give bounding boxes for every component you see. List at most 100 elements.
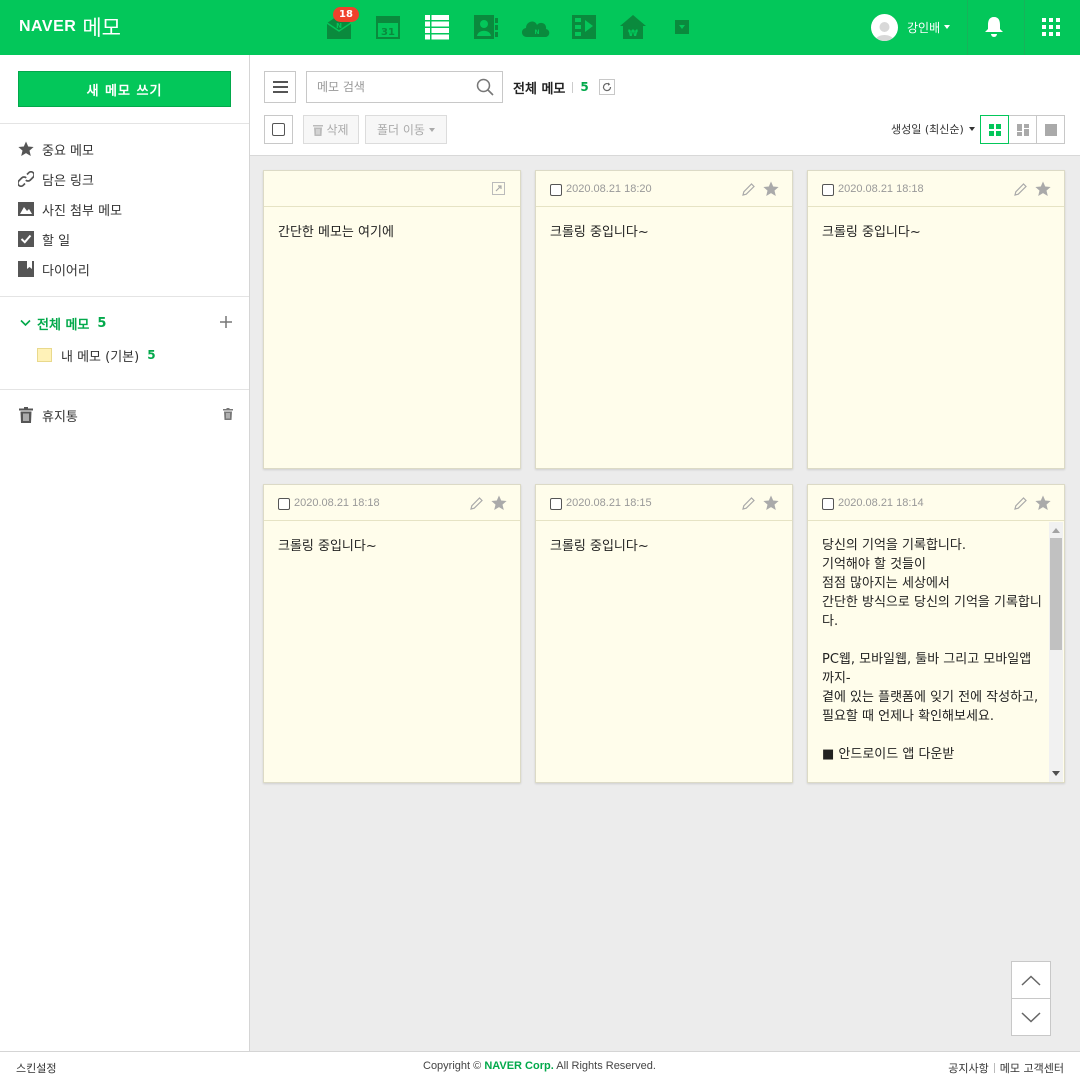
memo-body: 크롤링 중입니다~ — [550, 225, 649, 240]
folder-my-memo[interactable]: 내 메모 (기본) 5 — [37, 344, 156, 366]
sidebar-item-label: 휴지통 — [42, 409, 78, 425]
folder-menu-button[interactable] — [264, 71, 296, 103]
sidebar-item-label: 중요 메모 — [42, 143, 94, 159]
folder-label: 전체 메모 — [37, 317, 90, 333]
memo-date: 2020.08.21 18:14 — [838, 497, 924, 509]
card-header: 2020.08.21 18:14 — [808, 485, 1064, 521]
empty-trash-icon[interactable] — [223, 408, 233, 424]
notification-bell-icon[interactable] — [984, 16, 1004, 41]
contacts-app-button[interactable] — [461, 10, 510, 44]
memo-card[interactable]: 2020.08.21 18:15 크롤링 중입니다~ — [535, 484, 793, 783]
new-memo-button[interactable]: 새 메모 쓰기 — [18, 71, 231, 107]
photo-icon — [18, 201, 34, 217]
trash-icon — [18, 407, 34, 423]
search-icon[interactable] — [476, 78, 494, 100]
memo-app-button[interactable] — [412, 10, 461, 44]
sidebar-item-photo[interactable]: 사진 첨부 메모 — [18, 198, 122, 220]
folder-all-memos[interactable]: 전체 메모 5 — [20, 312, 106, 334]
memo-checkbox[interactable] — [822, 184, 834, 196]
card-header: 2020.08.21 18:18 — [264, 485, 520, 521]
edit-icon[interactable] — [741, 496, 756, 515]
refresh-icon[interactable] — [598, 79, 615, 95]
notice-link[interactable]: 공지사항 — [948, 1060, 988, 1076]
scroll-top-button[interactable] — [1011, 961, 1051, 999]
scroll-bottom-button[interactable] — [1011, 998, 1051, 1036]
star-icon[interactable] — [1035, 181, 1051, 201]
office-app-button[interactable] — [559, 10, 608, 44]
sidebar: 새 메모 쓰기 중요 메모 담은 링크 사진 첨부 메모 할 일 다이어리 전체… — [0, 55, 250, 1051]
star-icon[interactable] — [763, 181, 779, 201]
sidebar-item-todo[interactable]: 할 일 — [18, 228, 70, 250]
sidebar-item-label: 다이어리 — [42, 263, 90, 279]
sidebar-item-label: 사진 첨부 메모 — [42, 203, 123, 219]
sort-label: 생성일 (최신순) — [891, 123, 964, 136]
more-apps-button[interactable] — [657, 10, 706, 44]
support-center-link[interactable]: 메모 고객센터 — [1000, 1060, 1064, 1076]
memo-card[interactable]: 2020.08.21 18:18 크롤링 중입니다~ — [807, 170, 1065, 469]
chevron-up-icon — [1021, 974, 1041, 986]
memo-body: 크롤링 중입니다~ — [278, 539, 377, 554]
search-input[interactable] — [317, 78, 467, 96]
move-folder-label: 폴더 이동 — [377, 123, 425, 137]
breadcrumb: 전체 메모 5 — [513, 78, 615, 97]
card-header: 2020.08.21 18:20 — [536, 171, 792, 207]
memo-card[interactable]: 2020.08.21 18:18 크롤링 중입니다~ — [263, 484, 521, 783]
scroll-down-arrow-icon[interactable] — [1052, 771, 1060, 776]
scroll-up-arrow-icon[interactable] — [1052, 528, 1060, 533]
memo-checkbox[interactable] — [822, 498, 834, 510]
move-folder-button[interactable]: 폴더 이동 — [365, 115, 447, 144]
sidebar-item-label: 담은 링크 — [42, 173, 94, 189]
skin-settings-link[interactable]: 스킨설정 — [16, 1060, 56, 1076]
cloud-app-button[interactable]: N — [510, 10, 559, 44]
folder-count: 5 — [147, 348, 156, 362]
mail-app-button[interactable]: N 18 — [314, 7, 363, 44]
grid-view-button[interactable] — [980, 115, 1009, 144]
edit-icon[interactable] — [1013, 182, 1028, 201]
delete-button[interactable]: 삭제 — [303, 115, 359, 144]
sidebar-item-links[interactable]: 담은 링크 — [18, 168, 94, 190]
edit-icon[interactable] — [469, 496, 484, 515]
memo-service-title: 메모 — [82, 16, 121, 40]
sidebar-item-diary[interactable]: 다이어리 — [18, 258, 90, 280]
chevron-down-icon — [20, 319, 31, 327]
masonry-view-button[interactable] — [1008, 115, 1037, 144]
expand-icon[interactable] — [492, 182, 505, 199]
memo-count: 5 — [580, 80, 589, 94]
calendar-app-button[interactable]: 31 — [363, 10, 412, 44]
naver-logo-text: NAVER — [19, 18, 77, 35]
top-bar: NAVER 메모 N 18 31 N ₩ 강인배 — [0, 0, 1080, 55]
star-icon[interactable] — [763, 495, 779, 515]
memo-card[interactable]: 2020.08.21 18:20 크롤링 중입니다~ — [535, 170, 793, 469]
add-folder-icon[interactable] — [219, 315, 233, 329]
sidebar-item-trash[interactable]: 휴지통 — [18, 404, 78, 426]
edit-icon[interactable] — [1013, 496, 1028, 515]
memo-checkbox[interactable] — [278, 498, 290, 510]
memo-checkbox[interactable] — [550, 184, 562, 196]
sort-dropdown[interactable]: 생성일 (최신순) — [891, 121, 975, 137]
memo-body: 당신의 기억을 기록합니다. 기억해야 할 것들이 점점 많아지는 세상에서 간… — [822, 538, 1042, 762]
folder-count: 5 — [97, 315, 107, 331]
view-mode-switcher — [980, 115, 1065, 144]
memo-list-icon — [424, 15, 449, 40]
memo-card[interactable]: 2020.08.21 18:14 당신의 기억을 기록합니다. 기억해야 할 것… — [807, 484, 1065, 783]
quick-memo-card[interactable]: 간단한 메모는 여기에 — [263, 170, 521, 469]
select-all-checkbox[interactable] — [264, 115, 293, 144]
user-menu[interactable]: 강인배 — [871, 13, 951, 41]
memo-scrollbar[interactable] — [1049, 522, 1063, 782]
star-icon[interactable] — [1035, 495, 1051, 515]
svg-text:₩: ₩ — [628, 29, 638, 39]
pay-home-app-button[interactable]: ₩ — [608, 10, 657, 44]
link-icon — [18, 171, 34, 187]
star-icon[interactable] — [491, 495, 507, 515]
sidebar-item-important[interactable]: 중요 메모 — [18, 138, 94, 160]
brand-logo[interactable]: NAVER 메모 — [19, 11, 121, 43]
svg-text:31: 31 — [381, 27, 395, 38]
scrollbar-thumb[interactable] — [1050, 538, 1062, 650]
memo-body[interactable]: 간단한 메모는 여기에 — [278, 223, 506, 463]
all-services-grid-icon[interactable] — [1042, 18, 1060, 36]
single-view-button[interactable] — [1036, 115, 1065, 144]
divider — [993, 1063, 995, 1073]
edit-icon[interactable] — [741, 182, 756, 201]
app-switcher: N 18 31 N ₩ — [314, 7, 706, 44]
memo-checkbox[interactable] — [550, 498, 562, 510]
